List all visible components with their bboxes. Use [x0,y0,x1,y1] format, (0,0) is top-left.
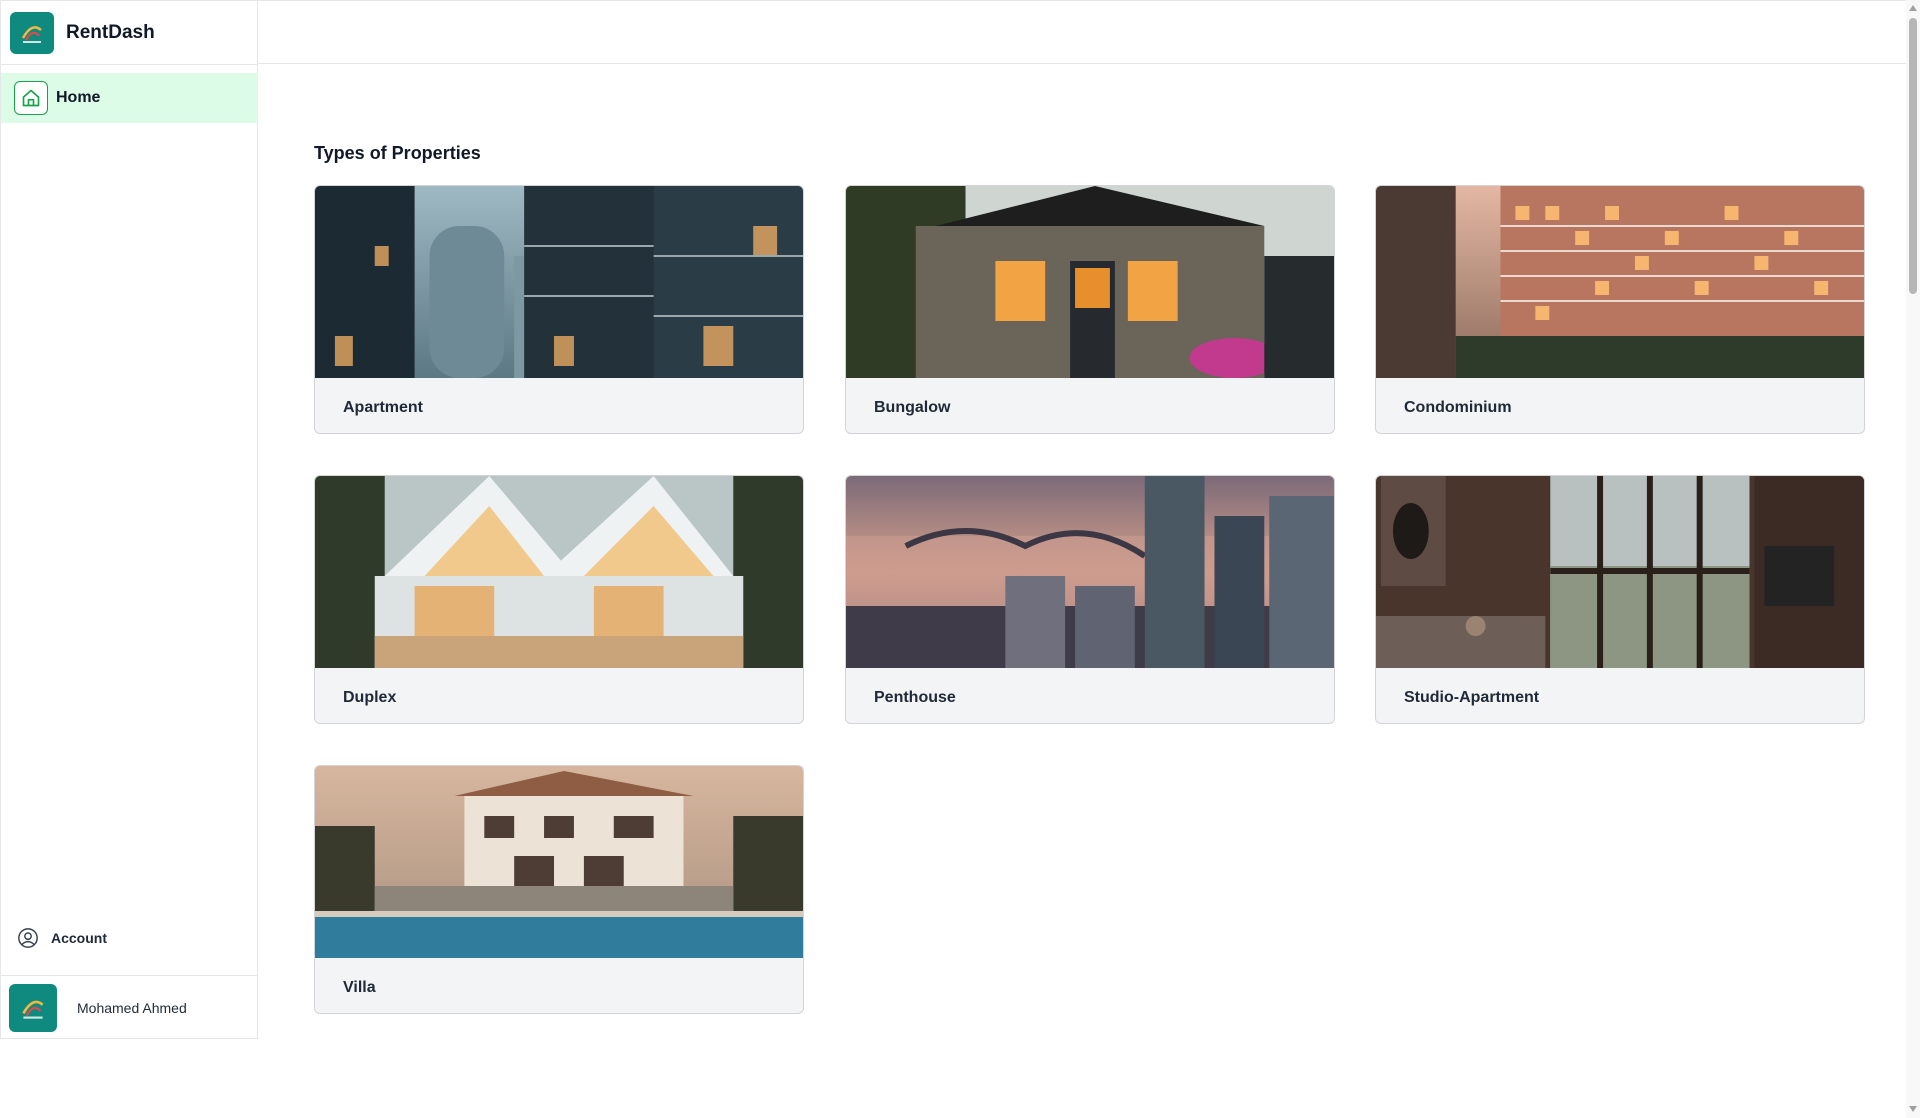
property-label: Condominium [1404,399,1512,416]
property-card-villa[interactable]: Villa [314,765,804,1014]
property-label: Studio-Apartment [1404,689,1540,706]
property-card-duplex[interactable]: Duplex [314,475,804,724]
account-label: Account [51,930,107,946]
property-image [315,186,803,378]
property-card-apartment[interactable]: Apartment [314,185,804,434]
scroll-thumb[interactable] [1909,18,1917,294]
property-label: Bungalow [874,399,951,416]
scroll-down-arrow-icon[interactable] [1909,1106,1917,1112]
property-card-studio-apartment[interactable]: Studio-Apartment [1375,475,1865,724]
property-card-penthouse[interactable]: Penthouse [845,475,1335,724]
property-label: Duplex [343,689,397,706]
sidebar-item-label: Home [56,89,101,106]
property-image [1376,186,1864,378]
property-card-bungalow[interactable]: Bungalow [845,185,1335,434]
property-card-condominium[interactable]: Condominium [1375,185,1865,434]
page-title: Types of Properties [314,143,481,163]
property-image [846,476,1334,668]
property-image [315,476,803,668]
avatar [9,983,57,1032]
brand[interactable]: RentDash [1,1,257,65]
property-image [315,766,803,958]
top-bar [258,0,1909,64]
user-profile[interactable]: Mohamed Ahmed [1,975,258,1039]
property-image [1376,476,1864,668]
property-label: Apartment [343,399,424,416]
user-name: Mohamed Ahmed [77,999,187,1016]
logo-icon [10,11,54,54]
user-circle-icon [18,928,38,948]
property-label: Penthouse [874,689,956,706]
property-image [846,186,1334,378]
brand-name: RentDash [66,21,155,43]
scroll-up-arrow-icon[interactable] [1909,5,1917,11]
sidebar: RentDash Home Account Mohamed Ahmed [0,0,258,1039]
property-label: Villa [343,979,376,996]
home-icon [14,81,48,115]
scrollbar[interactable] [1906,0,1920,1118]
account-link[interactable]: Account [1,921,258,955]
sidebar-item-home[interactable]: Home [1,73,258,123]
